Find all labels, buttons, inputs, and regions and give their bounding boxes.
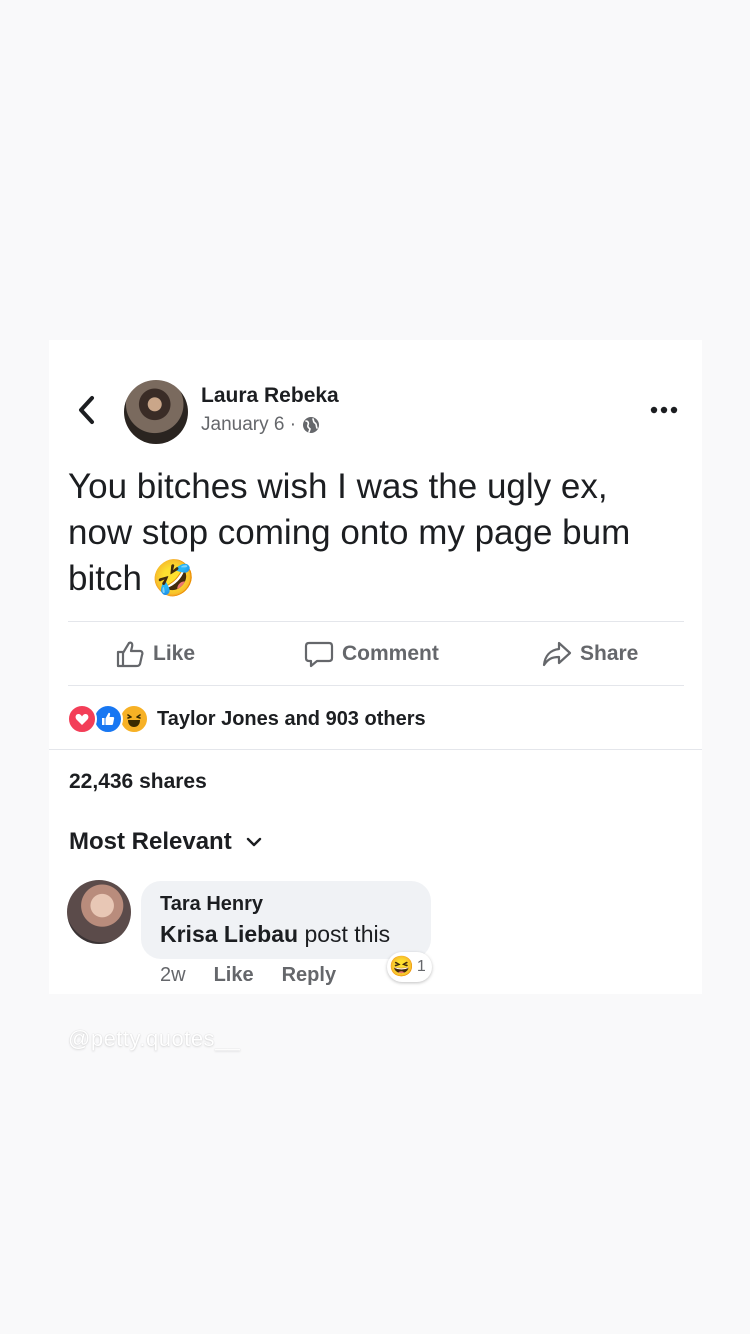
reactions-summary[interactable]: Taylor Jones and 903 others bbox=[67, 704, 426, 734]
thumbs-up-icon bbox=[116, 641, 144, 668]
comment-reaction-badge[interactable]: 😆 1 bbox=[387, 952, 432, 982]
post-actions-bar: Like Comment Share bbox=[68, 623, 684, 685]
back-button[interactable] bbox=[69, 392, 105, 428]
commenter-name[interactable]: Tara Henry bbox=[160, 893, 263, 916]
rofl-emoji: 🤣 bbox=[151, 559, 196, 598]
post-text: You bitches wish I was the ugly ex, now … bbox=[68, 464, 678, 602]
chevron-down-icon bbox=[246, 837, 261, 847]
share-label: Share bbox=[580, 642, 639, 665]
comment-bubble-icon bbox=[304, 641, 334, 668]
screen: { "post": { "author": "Laura Rebeka", "d… bbox=[0, 0, 750, 1334]
like-reaction-icon bbox=[93, 704, 123, 734]
shares-count[interactable]: 22,436 shares bbox=[69, 770, 207, 794]
post-meta: January 6 · bbox=[201, 414, 320, 436]
laughing-emoji: 😆 bbox=[389, 956, 414, 978]
comment-bubble: Tara Henry Krisa Liebau post this bbox=[141, 881, 431, 959]
haha-reaction-icon bbox=[119, 704, 149, 734]
chevron-left-icon bbox=[79, 396, 94, 424]
comment-label: Comment bbox=[342, 642, 439, 665]
comment-actions: 2w Like Reply bbox=[160, 964, 364, 987]
more-dots-icon bbox=[650, 406, 678, 414]
comment-like-button[interactable]: Like bbox=[214, 964, 254, 987]
comment-time: 2w bbox=[160, 964, 186, 986]
divider-top bbox=[68, 621, 684, 622]
comment-button[interactable]: Comment bbox=[304, 623, 439, 685]
share-arrow-icon bbox=[542, 641, 572, 667]
globe-icon bbox=[303, 417, 320, 433]
share-button[interactable]: Share bbox=[542, 623, 638, 685]
post-card: Laura Rebeka January 6 · You bitches wis… bbox=[49, 340, 702, 994]
comment-mention[interactable]: Krisa Liebau bbox=[160, 921, 298, 947]
commenter-avatar[interactable] bbox=[67, 880, 131, 944]
more-options-button[interactable] bbox=[647, 400, 681, 420]
author-avatar[interactable] bbox=[124, 380, 188, 444]
comment-reply-button[interactable]: Reply bbox=[282, 964, 336, 987]
watermark: @petty.quotes__ bbox=[68, 1026, 241, 1051]
comment-message: post this bbox=[304, 921, 391, 947]
sort-label: Most Relevant bbox=[69, 828, 232, 855]
like-label: Like bbox=[153, 642, 196, 665]
reactions-count-text: Taylor Jones and 903 others bbox=[157, 707, 426, 730]
divider-actions bbox=[68, 685, 684, 686]
post-author-name[interactable]: Laura Rebeka bbox=[201, 384, 339, 408]
love-reaction-icon bbox=[67, 704, 97, 734]
post-date[interactable]: January 6 · bbox=[201, 414, 296, 436]
like-button[interactable]: Like bbox=[115, 623, 195, 685]
comment-text: Krisa Liebau post this bbox=[160, 921, 390, 948]
comments-sort-dropdown[interactable]: Most Relevant bbox=[69, 828, 262, 856]
comment-reaction-count: 1 bbox=[416, 958, 426, 975]
divider-reactions bbox=[49, 749, 702, 750]
